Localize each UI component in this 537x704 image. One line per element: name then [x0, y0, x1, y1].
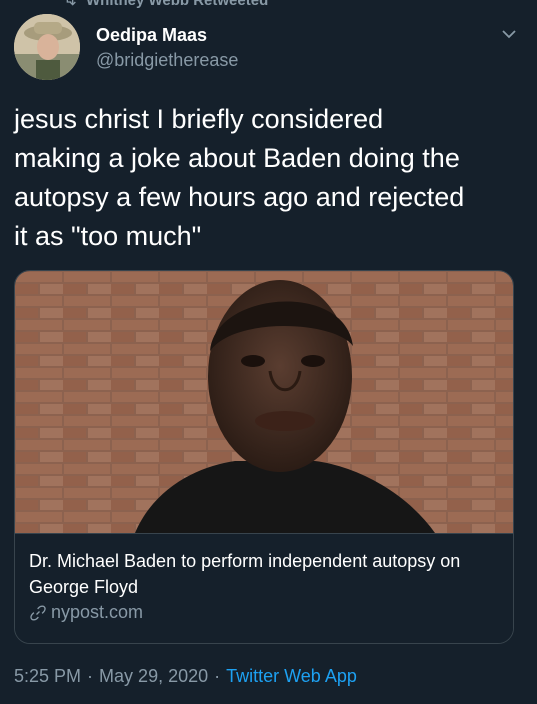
card-body: Dr. Michael Baden to perform independent…: [15, 533, 513, 643]
tweet-meta: 5:25 PM · May 29, 2020 · Twitter Web App: [14, 666, 357, 687]
tweet-time[interactable]: 5:25 PM: [14, 666, 81, 687]
card-image: [15, 271, 513, 533]
tweet-text: jesus christ I briefly considered making…: [14, 104, 465, 251]
tweet-date[interactable]: May 29, 2020: [99, 666, 208, 687]
card-domain-label: nypost.com: [51, 602, 144, 622]
retweet-icon: [66, 0, 76, 6]
retweet-context[interactable]: Whitney Webb Retweeted: [62, 0, 268, 9]
meta-separator: ·: [214, 666, 221, 686]
link-card[interactable]: Dr. Michael Baden to perform independent…: [14, 270, 514, 644]
chevron-down-icon[interactable]: [499, 24, 519, 44]
author-name[interactable]: Oedipa Maas: [96, 25, 207, 46]
tweet-header: Oedipa Maas @bridgietherease: [14, 12, 523, 84]
retweet-label: Whitney Webb Retweeted: [86, 0, 269, 9]
card-title[interactable]: Dr. Michael Baden to perform independent…: [29, 548, 499, 600]
card-domain[interactable]: nypost.com: [29, 602, 143, 623]
meta-separator: ·: [87, 666, 94, 686]
avatar-image: [14, 14, 80, 80]
tweet-source-app[interactable]: Twitter Web App: [226, 666, 357, 687]
link-icon: [30, 605, 46, 620]
author-handle[interactable]: @bridgietherease: [96, 50, 238, 71]
avatar[interactable]: [14, 14, 80, 80]
